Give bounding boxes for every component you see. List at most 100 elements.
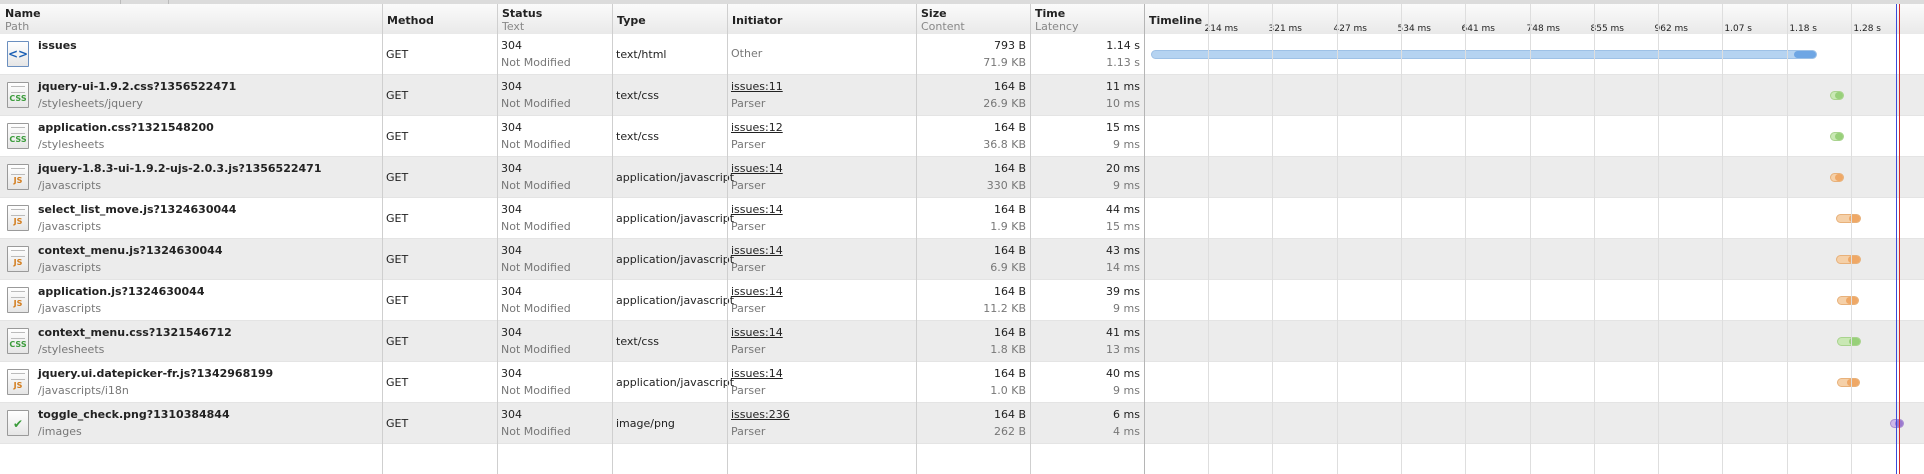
name-cell[interactable]: CSS context_menu.css?1321546712/styleshee… — [0, 321, 382, 362]
timeline-bar[interactable] — [1890, 419, 1905, 428]
timeline-bar-receiving — [1848, 256, 1860, 263]
column-title: Size — [921, 7, 947, 20]
status-code: 304 — [501, 408, 522, 421]
timeline-bar[interactable] — [1837, 337, 1861, 346]
column-title: Type — [617, 14, 646, 27]
request-row[interactable]: CSS application.css?1321548200/stylesheet… — [0, 116, 1924, 157]
method-cell: GET — [386, 335, 409, 348]
timeline-bar[interactable] — [1836, 296, 1859, 305]
status-cell: 304 Not Modified — [497, 280, 612, 321]
initiator-link[interactable]: issues:236 — [731, 409, 790, 421]
latency-time: 10 ms — [1106, 97, 1140, 110]
timeline-grid-line — [1530, 4, 1531, 474]
request-row[interactable]: JS application.js?1324630044/javascripts G… — [0, 280, 1924, 321]
name-cell[interactable]: JS jquery.ui.datepicker-fr.js?1342968199 /… — [0, 362, 382, 403]
network-grid-header: Name Path Method Status Text Type Initia… — [0, 4, 1924, 35]
total-time: 44 ms — [1106, 203, 1140, 216]
status-cell: 304 Not Modified — [497, 116, 612, 157]
initiator-link[interactable]: issues:14 — [731, 368, 783, 380]
column-divider[interactable] — [916, 4, 917, 474]
name-cell[interactable]: ✔ toggle_check.png?1310384844/images — [0, 403, 382, 444]
size-cell: 164 B 1.0 KB — [916, 362, 1030, 403]
request-row[interactable]: CSS jquery-ui-1.9.2.css?1356522471/styles… — [0, 75, 1924, 116]
content-size: 1.9 KB — [990, 220, 1026, 233]
column-divider[interactable] — [1030, 4, 1031, 474]
size-cell: 164 B 26.9 KB — [916, 75, 1030, 116]
column-divider[interactable] — [612, 4, 613, 474]
status-code: 304 — [501, 203, 522, 216]
status-cell: 304 Not Modified — [497, 75, 612, 116]
status-code: 304 — [501, 285, 522, 298]
name-cell[interactable]: JS jquery-1.8.3-ui-1.9.2-ujs-2.0.3.js?135… — [0, 157, 382, 198]
name-cell[interactable]: CSS application.css?1321548200/stylesheet… — [0, 116, 382, 157]
status-cell: 304 Not Modified — [497, 403, 612, 444]
column-header-name[interactable]: Name Path — [0, 4, 382, 34]
column-title: Method — [387, 14, 434, 27]
name-cell[interactable]: JS select_list_move.js?1324630044/javascr… — [0, 198, 382, 239]
total-time: 39 ms — [1106, 285, 1140, 298]
status-code: 304 — [501, 121, 522, 134]
request-row[interactable]: <> issues GET 304 Not Modified text/html Other… — [0, 34, 1924, 75]
transfer-size: 164 B — [993, 326, 1026, 339]
timeline-bar[interactable] — [1829, 132, 1844, 141]
request-path: /javascripts — [38, 220, 102, 233]
timeline-bar[interactable] — [1836, 255, 1861, 264]
column-divider[interactable] — [1144, 4, 1145, 474]
method-cell: GET — [386, 48, 409, 61]
column-divider[interactable] — [497, 4, 498, 474]
column-divider[interactable] — [727, 4, 728, 474]
size-cell: 164 B 6.9 KB — [916, 239, 1030, 280]
initiator-link[interactable]: issues:12 — [731, 122, 783, 134]
name-cell[interactable]: CSS jquery-ui-1.9.2.css?1356522471/styles… — [0, 75, 382, 116]
request-row[interactable]: JS select_list_move.js?1324630044/javascr… — [0, 198, 1924, 239]
column-header-status[interactable]: Status Text — [497, 4, 612, 34]
network-grid: Name Path Method Status Text Type Initia… — [0, 4, 1924, 474]
size-cell: 164 B 1.8 KB — [916, 321, 1030, 362]
column-header-type[interactable]: Type — [612, 4, 727, 34]
latency-time: 9 ms — [1113, 138, 1140, 151]
size-cell: 164 B 330 KB — [916, 157, 1030, 198]
initiator-link[interactable]: issues:14 — [731, 245, 783, 257]
column-header-method[interactable]: Method — [382, 4, 497, 34]
initiator-type: Parser — [731, 220, 766, 233]
initiator-link[interactable]: issues:14 — [731, 204, 783, 216]
column-divider[interactable] — [382, 4, 383, 474]
transfer-size: 164 B — [993, 367, 1026, 380]
image-file-icon: ✔ — [7, 410, 29, 436]
status-text: Not Modified — [501, 384, 571, 397]
request-row[interactable]: CSS context_menu.css?1321546712/styleshee… — [0, 321, 1924, 362]
timeline-bar[interactable] — [1837, 378, 1861, 387]
initiator-link[interactable]: issues:14 — [731, 163, 783, 175]
total-time: 20 ms — [1106, 162, 1140, 175]
method-cell: GET — [386, 294, 409, 307]
column-header-size[interactable]: Size Content — [916, 4, 1030, 34]
status-cell: 304 Not Modified — [497, 362, 612, 403]
initiator-link[interactable]: issues:14 — [731, 286, 783, 298]
timeline-bar-receiving — [1834, 92, 1843, 99]
request-row[interactable]: JS context_menu.js?1324630044/javascripts… — [0, 239, 1924, 280]
transfer-size: 164 B — [993, 203, 1026, 216]
timeline-bar[interactable] — [1830, 173, 1845, 182]
request-name: application.css?1321548200 — [38, 121, 214, 134]
name-cell[interactable]: JS context_menu.js?1324630044/javascripts — [0, 239, 382, 280]
initiator-link[interactable]: issues:14 — [731, 327, 783, 339]
total-time: 40 ms — [1106, 367, 1140, 380]
method-cell: GET — [386, 171, 409, 184]
timeline-bar[interactable] — [1829, 91, 1844, 100]
request-row[interactable]: ✔ toggle_check.png?1310384844/images GET 30… — [0, 403, 1924, 444]
js-file-icon: JS — [7, 205, 29, 231]
status-text: Not Modified — [501, 56, 571, 69]
request-row[interactable]: JS jquery-1.8.3-ui-1.9.2-ujs-2.0.3.js?135… — [0, 157, 1924, 198]
request-row[interactable]: JS jquery.ui.datepicker-fr.js?1342968199 /… — [0, 362, 1924, 403]
initiator-cell: issues:11 Parser — [727, 75, 916, 116]
total-time: 43 ms — [1106, 244, 1140, 257]
initiator-link[interactable]: issues:11 — [731, 81, 783, 93]
column-header-time[interactable]: Time Latency — [1030, 4, 1144, 34]
initiator-cell: issues:12 Parser — [727, 116, 916, 157]
timeline-bar[interactable] — [1151, 50, 1817, 59]
name-cell[interactable]: JS application.js?1324630044/javascripts — [0, 280, 382, 321]
column-header-initiator[interactable]: Initiator — [727, 4, 916, 34]
name-cell[interactable]: <> issues — [0, 34, 382, 75]
status-code: 304 — [501, 244, 522, 257]
timeline-bar[interactable] — [1836, 214, 1862, 223]
